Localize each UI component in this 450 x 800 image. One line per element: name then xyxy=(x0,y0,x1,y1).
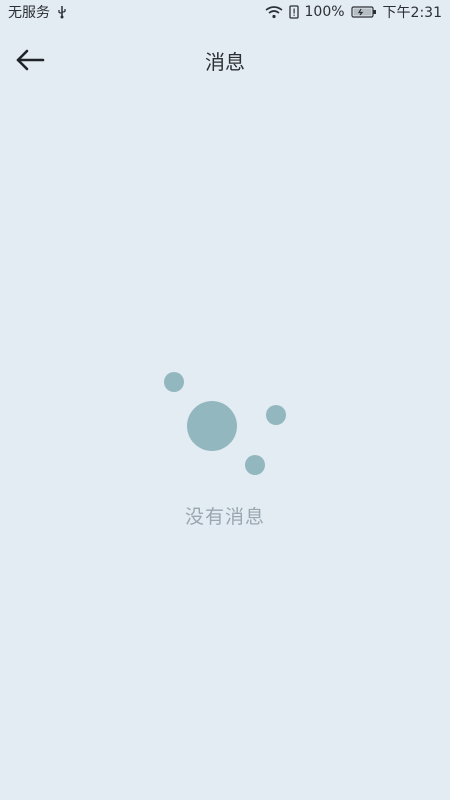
empty-state: 没有消息 xyxy=(0,360,450,540)
battery-alert-icon xyxy=(288,5,299,19)
bubble-small-1 xyxy=(164,372,184,392)
status-bar: 无服务 100% 下午2:31 xyxy=(0,0,450,24)
wifi-icon xyxy=(265,5,283,19)
app-bar: 消息 xyxy=(0,28,450,90)
page-title: 消息 xyxy=(205,50,245,74)
carrier-text: 无服务 xyxy=(8,5,50,21)
bubble-large xyxy=(187,401,237,451)
battery-percent: 100% xyxy=(304,4,345,20)
bubbles-illustration xyxy=(150,360,300,480)
usb-icon xyxy=(56,5,68,19)
status-right: 100% 下午2:31 xyxy=(265,2,442,22)
battery-icon xyxy=(350,5,377,19)
time-text: 下午2:31 xyxy=(382,5,442,21)
bubble-small-2 xyxy=(266,405,286,425)
bubble-small-3 xyxy=(245,455,265,475)
status-left: 无服务 xyxy=(8,2,68,22)
empty-state-message: 没有消息 xyxy=(184,506,265,528)
